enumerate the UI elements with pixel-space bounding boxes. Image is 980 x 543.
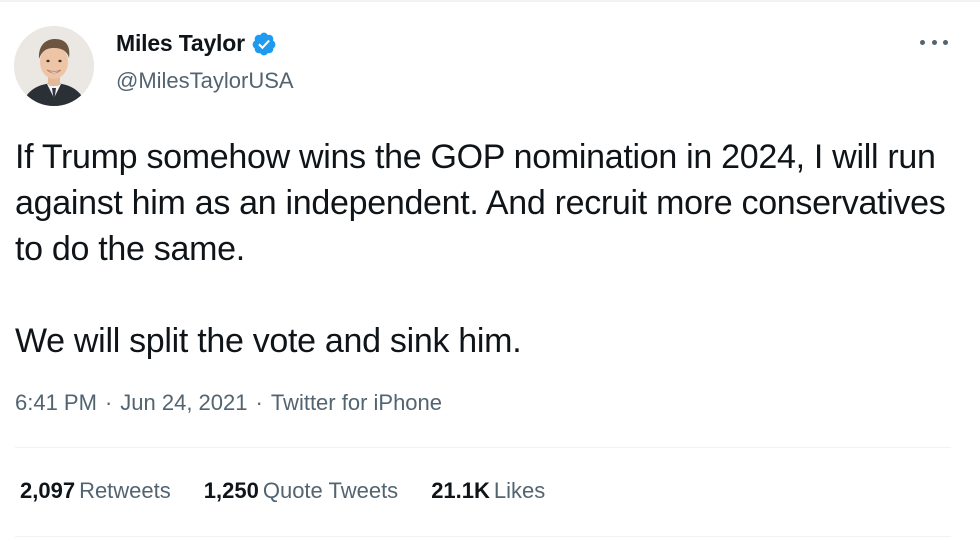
tweet-paragraph: If Trump somehow wins the GOP nomination… <box>15 138 946 268</box>
more-dot <box>931 39 937 45</box>
tweet-paragraph: We will split the vote and sink him. <box>15 322 522 360</box>
more-options-icon[interactable] <box>920 34 948 50</box>
more-dot <box>920 39 925 45</box>
author-handle[interactable]: @MilesTaylorUSA <box>116 68 294 94</box>
stat-label: Likes <box>493 478 546 503</box>
verified-badge-icon <box>252 32 276 55</box>
likes-stat[interactable]: 21.1K Likes <box>431 478 545 504</box>
meta-separator: · <box>104 390 113 415</box>
retweets-stat[interactable]: 2,097 Retweets <box>20 478 171 504</box>
divider <box>15 447 951 448</box>
meta-separator: · <box>255 390 263 415</box>
avatar-photo <box>14 26 94 106</box>
more-dot <box>943 39 948 45</box>
stat-label: Retweets <box>79 478 171 503</box>
tweet-date[interactable]: Jun 24, 2021 <box>120 390 247 416</box>
author-name-row[interactable]: Miles Taylor <box>116 30 277 57</box>
tweet-source[interactable]: Twitter for iPhone <box>271 390 442 416</box>
avatar[interactable] <box>14 26 94 106</box>
engagement-stats: 2,097 Retweets 1,250 Quote Tweets 21.1K Lik… <box>20 478 545 504</box>
tweet-time[interactable]: 6:41 PM <box>15 390 97 416</box>
stat-label: Quote Tweets <box>262 478 399 503</box>
display-name[interactable]: Miles Taylor <box>116 30 245 57</box>
tweet-text: If Trump somehow wins the GOP nomination… <box>15 134 955 364</box>
stat-value: 2,097 <box>20 478 76 503</box>
quote-tweets-stat[interactable]: 1,250 Quote Tweets <box>204 478 398 504</box>
top-divider <box>0 0 980 2</box>
tweet-meta: 6:41 PM · Jun 24, 2021 · Twitter for iPh… <box>15 390 442 416</box>
stat-value: 1,250 <box>203 478 259 503</box>
divider <box>15 536 951 537</box>
stat-value: 21.1K <box>431 478 490 503</box>
